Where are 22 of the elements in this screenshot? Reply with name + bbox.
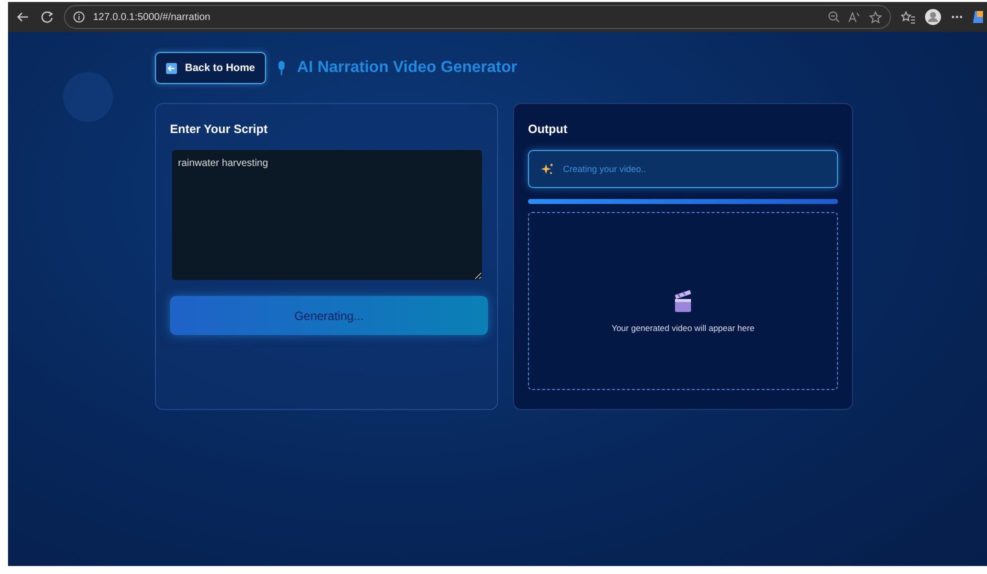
address-bar[interactable]: 127.0.0.1:5000/#/narration [64,5,891,29]
panel-title: Enter Your Script [170,122,269,136]
left-arrow-icon [166,62,177,74]
info-icon [73,11,85,23]
microphone-icon [278,61,286,75]
more-icon[interactable] [951,15,963,19]
clapperboard-icon [673,289,693,313]
status-text: Creating your video.. [563,164,646,174]
zoom-out-icon[interactable] [828,11,840,23]
reload-icon[interactable] [40,10,54,24]
url-text: 127.0.0.1:5000/#/narration [93,12,210,22]
avatar-icon[interactable] [925,9,941,25]
back-to-home-button[interactable]: Back to Home [155,52,266,84]
sparkle-icon [541,163,553,175]
page-title: AI Narration Video Generator [297,59,518,77]
star-icon[interactable] [869,10,882,24]
favorites-icon[interactable] [901,10,915,24]
script-field[interactable]: rainwater harvesting [172,150,482,280]
panel-title: Output [528,122,568,136]
placeholder-text: Your generated video will appear here [612,323,754,333]
back-arrow-icon[interactable] [16,10,30,24]
read-aloud-icon[interactable] [848,11,861,23]
